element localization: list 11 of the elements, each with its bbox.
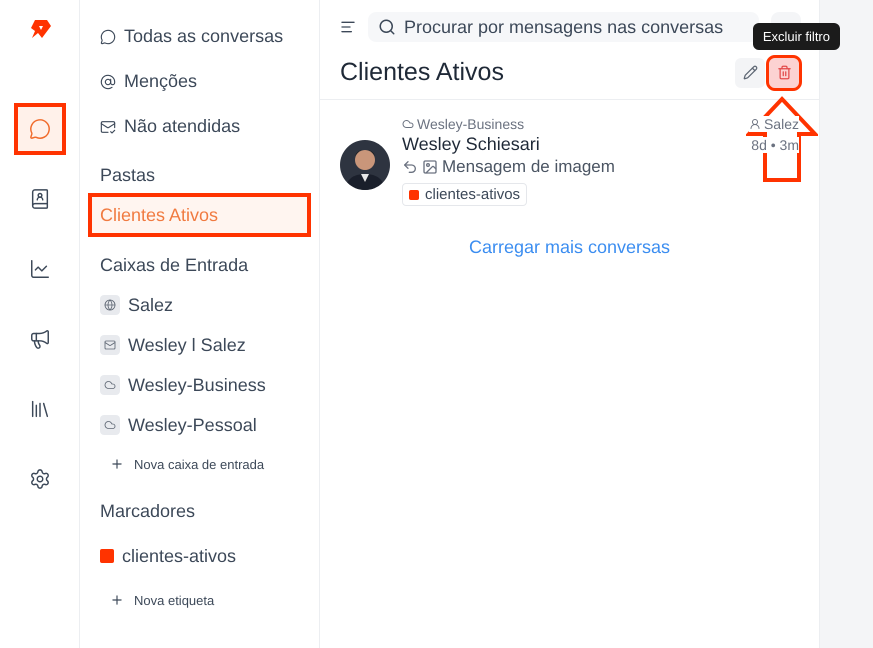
tag: clientes-ativos (402, 183, 528, 206)
inbox-name: Wesley-Business (417, 116, 524, 132)
folder-title: Clientes Ativos (340, 58, 505, 87)
message-preview: Mensagem de imagem (442, 157, 615, 177)
agent-name: Salez (764, 116, 799, 132)
section-heading: Caixas de Entrada (99, 254, 250, 276)
contact-name: Wesley Schiesari (402, 134, 540, 155)
time-text: 8d • 3m (751, 136, 799, 152)
section-heading: Pastas (99, 164, 156, 186)
tooltip: Excluir filtro (752, 23, 840, 50)
section-heading: Marcadores (99, 500, 196, 522)
